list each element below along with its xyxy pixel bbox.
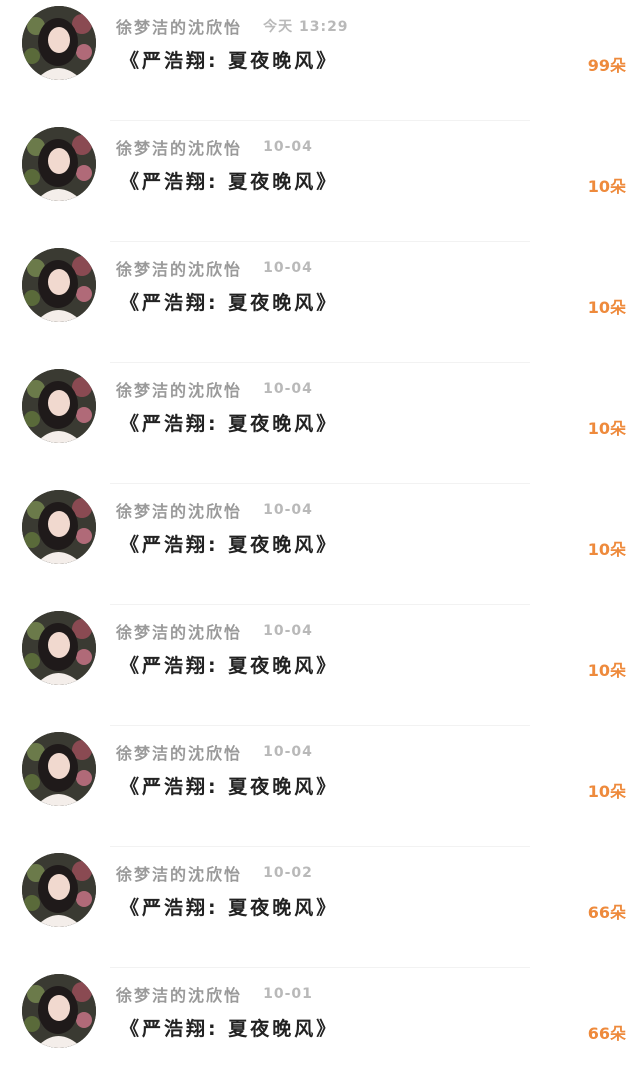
- user-name[interactable]: 徐梦洁的沈欣怡: [116, 14, 242, 38]
- list-item[interactable]: 徐梦洁的沈欣怡 10-01 《严浩翔: 夏夜晚风》 66朵: [0, 968, 640, 1089]
- list-item[interactable]: 徐梦洁的沈欣怡 10-04 《严浩翔: 夏夜晚风》 10朵: [0, 363, 640, 484]
- flower-count: 10朵: [587, 177, 626, 196]
- timestamp: 10-04: [263, 139, 313, 155]
- avatar[interactable]: [22, 248, 96, 322]
- user-name[interactable]: 徐梦洁的沈欣怡: [116, 982, 242, 1006]
- list-item[interactable]: 徐梦洁的沈欣怡 10-04 《严浩翔: 夏夜晚风》 10朵: [0, 484, 640, 605]
- item-meta: 徐梦洁的沈欣怡 10-04: [116, 619, 313, 643]
- timestamp: 10-02: [263, 865, 313, 881]
- item-meta: 徐梦洁的沈欣怡 10-04: [116, 377, 313, 401]
- item-meta: 徐梦洁的沈欣怡 今天 13:29: [116, 14, 349, 38]
- flower-count: 66朵: [587, 903, 626, 922]
- song-title: 《严浩翔: 夏夜晚风》: [120, 534, 339, 556]
- list-item[interactable]: 徐梦洁的沈欣怡 10-02 《严浩翔: 夏夜晚风》 66朵: [0, 847, 640, 968]
- timestamp: 10-04: [263, 260, 313, 276]
- user-name[interactable]: 徐梦洁的沈欣怡: [116, 740, 242, 764]
- user-name[interactable]: 徐梦洁的沈欣怡: [116, 498, 242, 522]
- flower-count: 66朵: [587, 1024, 626, 1043]
- avatar[interactable]: [22, 127, 96, 201]
- user-name[interactable]: 徐梦洁的沈欣怡: [116, 135, 242, 159]
- gift-record-list: 徐梦洁的沈欣怡 今天 13:29 《严浩翔: 夏夜晚风》 99朵 徐梦洁的沈欣怡…: [0, 0, 640, 1061]
- flower-count: 10朵: [587, 782, 626, 801]
- timestamp: 10-01: [263, 986, 313, 1002]
- avatar[interactable]: [22, 853, 96, 927]
- item-meta: 徐梦洁的沈欣怡 10-02: [116, 861, 313, 885]
- list-item[interactable]: 徐梦洁的沈欣怡 10-04 《严浩翔: 夏夜晚风》 10朵: [0, 726, 640, 847]
- user-name[interactable]: 徐梦洁的沈欣怡: [116, 256, 242, 280]
- item-meta: 徐梦洁的沈欣怡 10-04: [116, 256, 313, 280]
- song-title: 《严浩翔: 夏夜晚风》: [120, 50, 339, 72]
- avatar[interactable]: [22, 490, 96, 564]
- song-title: 《严浩翔: 夏夜晚风》: [120, 171, 339, 193]
- list-item[interactable]: 徐梦洁的沈欣怡 10-04 《严浩翔: 夏夜晚风》 10朵: [0, 605, 640, 726]
- timestamp: 今天 13:29: [263, 19, 349, 35]
- timestamp: 10-04: [263, 381, 313, 397]
- item-meta: 徐梦洁的沈欣怡 10-04: [116, 135, 313, 159]
- timestamp: 10-04: [263, 623, 313, 639]
- user-name[interactable]: 徐梦洁的沈欣怡: [116, 861, 242, 885]
- song-title: 《严浩翔: 夏夜晚风》: [120, 897, 339, 919]
- item-meta: 徐梦洁的沈欣怡 10-04: [116, 498, 313, 522]
- timestamp: 10-04: [263, 502, 313, 518]
- song-title: 《严浩翔: 夏夜晚风》: [120, 292, 339, 314]
- flower-count: 10朵: [587, 661, 626, 680]
- avatar[interactable]: [22, 611, 96, 685]
- avatar[interactable]: [22, 732, 96, 806]
- user-name[interactable]: 徐梦洁的沈欣怡: [116, 377, 242, 401]
- song-title: 《严浩翔: 夏夜晚风》: [120, 776, 339, 798]
- list-item[interactable]: 徐梦洁的沈欣怡 今天 13:29 《严浩翔: 夏夜晚风》 99朵: [0, 0, 640, 121]
- flower-count: 99朵: [587, 56, 626, 75]
- avatar[interactable]: [22, 369, 96, 443]
- item-meta: 徐梦洁的沈欣怡 10-04: [116, 740, 313, 764]
- song-title: 《严浩翔: 夏夜晚风》: [120, 655, 339, 677]
- timestamp: 10-04: [263, 744, 313, 760]
- list-item[interactable]: 徐梦洁的沈欣怡 10-04 《严浩翔: 夏夜晚风》 10朵: [0, 242, 640, 363]
- song-title: 《严浩翔: 夏夜晚风》: [120, 413, 339, 435]
- flower-count: 10朵: [587, 298, 626, 317]
- avatar[interactable]: [22, 974, 96, 1048]
- user-name[interactable]: 徐梦洁的沈欣怡: [116, 619, 242, 643]
- avatar[interactable]: [22, 6, 96, 80]
- flower-count: 10朵: [587, 540, 626, 559]
- list-item[interactable]: 徐梦洁的沈欣怡 10-04 《严浩翔: 夏夜晚风》 10朵: [0, 121, 640, 242]
- flower-count: 10朵: [587, 419, 626, 438]
- item-meta: 徐梦洁的沈欣怡 10-01: [116, 982, 313, 1006]
- song-title: 《严浩翔: 夏夜晚风》: [120, 1018, 339, 1040]
